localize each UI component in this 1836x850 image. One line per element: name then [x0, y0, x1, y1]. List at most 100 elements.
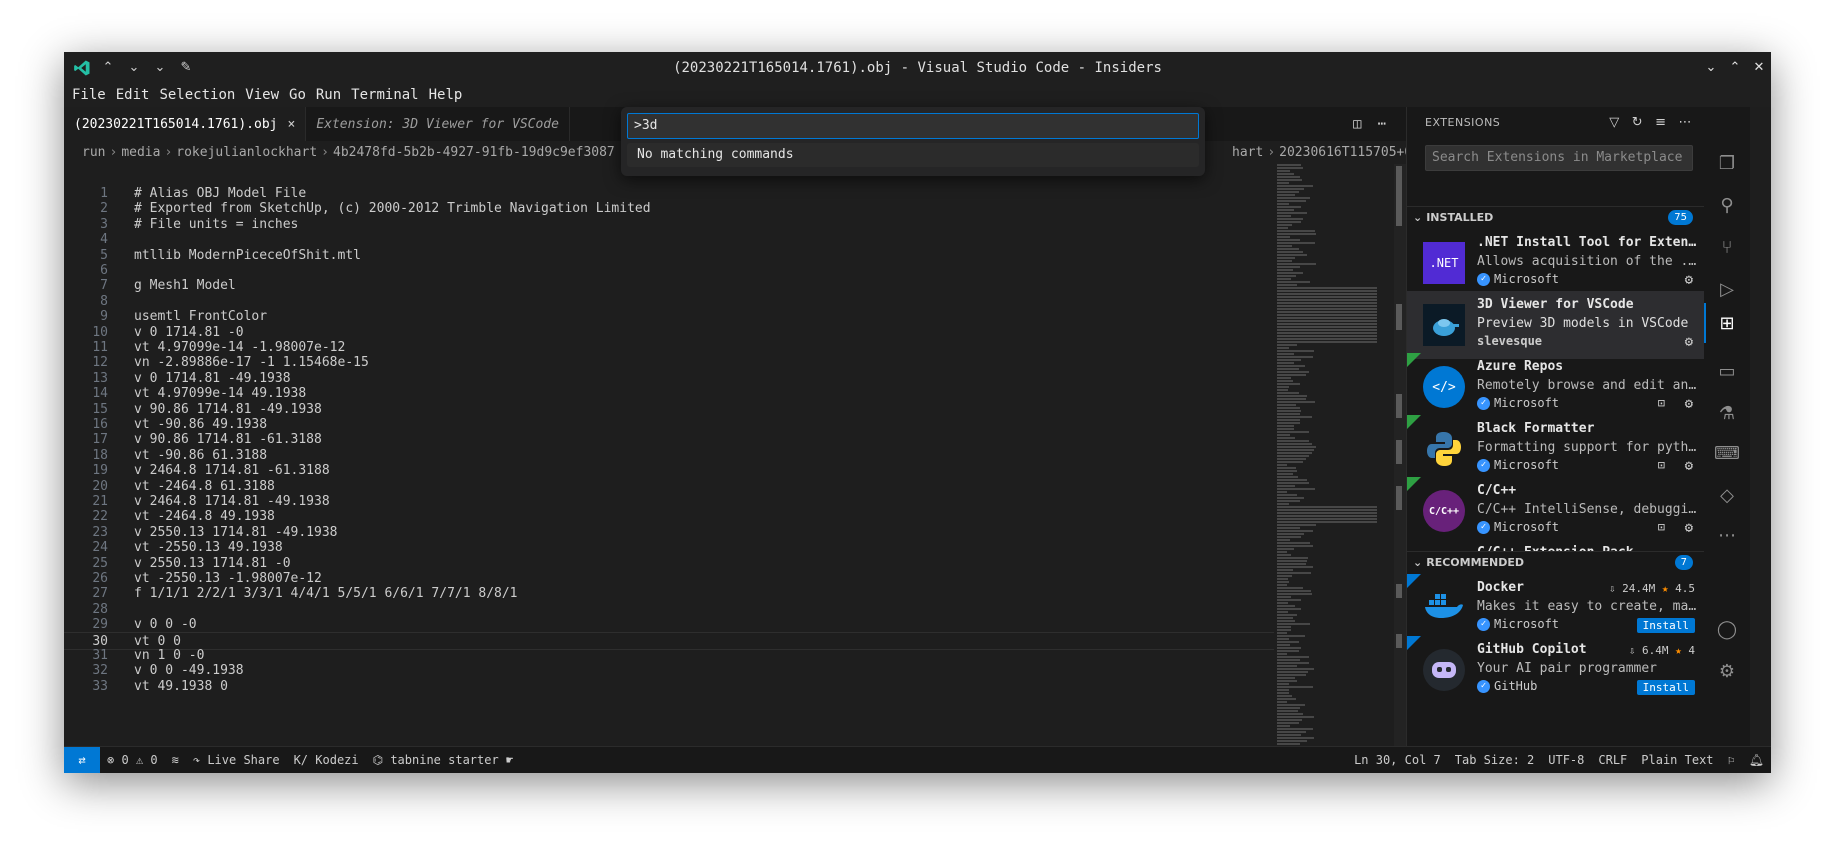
minimize-chevron-icon[interactable]: ⌄ — [1699, 60, 1723, 75]
install-button[interactable]: Install — [1636, 680, 1695, 695]
editor-scrollbar[interactable] — [1394, 164, 1406, 773]
gear-icon[interactable]: ⚙ — [1685, 520, 1693, 536]
recommended-section-header[interactable]: ⌄ RECOMMENDED 7 — [1407, 551, 1705, 573]
breadcrumb-item[interactable]: 4b2478fd-5b2b-4927-91fb-19d9c9ef3087 — [333, 145, 615, 160]
minimap-line — [1277, 545, 1313, 547]
gear-icon[interactable]: ⚙ — [1685, 272, 1693, 288]
gitlab-icon[interactable]: ◇ — [1715, 483, 1739, 507]
clear-icon[interactable]: ≡ — [1655, 115, 1666, 130]
verified-badge-icon: ✓ — [1477, 679, 1490, 693]
menu-run[interactable]: Run — [311, 87, 346, 103]
installed-section-header[interactable]: ⌄ INSTALLED 75 — [1407, 206, 1705, 228]
gear-icon[interactable]: ⚙ — [1685, 334, 1693, 350]
minimap-line — [1277, 257, 1295, 259]
tab-extension-3d-viewer[interactable]: Extension: 3D Viewer for VSCode — [306, 107, 570, 141]
minimap-line — [1277, 494, 1297, 496]
manage-gear-icon[interactable]: ⚙ — [1715, 659, 1739, 683]
filter-icon[interactable]: ▽ — [1609, 115, 1620, 130]
remote-explorer-icon[interactable]: ▭ — [1715, 359, 1739, 383]
minimap[interactable] — [1277, 164, 1387, 773]
minimap-line — [1277, 362, 1294, 364]
remote-indicator-icon[interactable]: ⇄ — [64, 747, 100, 773]
more-actions-icon[interactable]: ⋯ — [1378, 116, 1386, 132]
breadcrumb-item[interactable]: 20230616T115705+000 — [1279, 145, 1406, 160]
minimap-line — [1277, 716, 1314, 718]
menu-help[interactable]: Help — [424, 87, 468, 103]
tab-size[interactable]: Tab Size: 2 — [1448, 753, 1541, 767]
menu-file[interactable]: File — [64, 87, 111, 103]
extension-item-3d-viewer[interactable]: 3D Viewer for VSCode Preview 3D models i… — [1407, 291, 1705, 359]
refresh-icon[interactable]: ↻ — [1632, 115, 1643, 130]
more-views-icon[interactable]: ⋯ — [1715, 523, 1739, 547]
minimap-line — [1277, 506, 1377, 508]
menu-edit[interactable]: Edit — [111, 87, 155, 103]
minimap-line — [1277, 581, 1289, 583]
menu-selection[interactable]: Selection — [154, 87, 240, 103]
search-icon[interactable]: ⚲ — [1715, 193, 1739, 217]
minimap-line — [1277, 713, 1303, 715]
code-line[interactable]: 33 vt 49.1938 0 — [64, 678, 1274, 696]
extension-item-black-formatter[interactable]: Black Formatter Formatting support for p… — [1407, 415, 1705, 483]
gear-icon[interactable]: ⚙ — [1685, 396, 1693, 412]
breadcrumb-item[interactable]: hart — [1232, 145, 1263, 160]
minimap-line — [1277, 407, 1300, 409]
menu-view[interactable]: View — [240, 87, 284, 103]
breadcrumb-item[interactable]: rokejulianlockhart — [176, 145, 317, 160]
cursor-position[interactable]: Ln 30, Col 7 — [1347, 753, 1448, 767]
menu-go[interactable]: Go — [284, 87, 311, 103]
extension-item-cpp[interactable]: C/C++ C/C++ C/C++ IntelliSense, debuggin… — [1407, 477, 1705, 545]
breadcrumb-item[interactable]: run — [82, 145, 105, 160]
split-editor-icon[interactable]: ◫ — [1353, 116, 1361, 132]
minimap-line — [1277, 281, 1310, 283]
notifications-bell-icon[interactable]: 🔔︎ — [1742, 753, 1771, 767]
explorer-icon[interactable]: ❐ — [1715, 151, 1739, 175]
source-control-icon[interactable]: ⑂ — [1715, 235, 1739, 259]
install-button[interactable]: Install — [1636, 618, 1695, 633]
double-chevron-down-icon[interactable]: ⌄ — [124, 58, 144, 78]
minimap-line — [1277, 497, 1304, 499]
menu-terminal[interactable]: Terminal — [346, 87, 423, 103]
scroll-thumb[interactable] — [1396, 166, 1402, 226]
code-editor[interactable]: 1 # Alias OBJ Model File 2 # Exported from … — [64, 165, 1406, 773]
encoding[interactable]: UTF-8 — [1541, 753, 1591, 767]
minimap-line — [1277, 446, 1316, 448]
gear-icon[interactable]: ⚙ — [1685, 458, 1693, 474]
line-endings[interactable]: CRLF — [1591, 753, 1634, 767]
minimap-line — [1277, 563, 1306, 565]
testing-icon[interactable]: ⚗ — [1715, 401, 1739, 425]
command-palette-input[interactable]: >3d — [627, 113, 1199, 139]
extensions-icon[interactable]: ⊞ — [1715, 311, 1739, 335]
feedback-icon[interactable]: ⚐ — [1721, 753, 1742, 767]
tab-obj-file[interactable]: (20230221T165014.1761).obj × — [64, 107, 307, 141]
tabnine-button[interactable]: ⌬ tabnine starter ☛ — [366, 753, 521, 767]
language-mode[interactable]: Plain Text — [1634, 753, 1720, 767]
pin-icon[interactable]: ✎ — [176, 58, 196, 78]
breadcrumb-item[interactable]: media — [121, 145, 160, 160]
problems-indicator[interactable]: ⊗ 0 ⚠ 0 — [100, 753, 165, 767]
broadcast-icon[interactable]: ≋ — [165, 753, 186, 767]
close-tab-icon[interactable]: × — [288, 117, 296, 132]
run-debug-icon[interactable]: ▷ — [1715, 277, 1739, 301]
sync-settings-icon[interactable]: ⊡ — [1658, 396, 1665, 410]
extension-item-github-copilot[interactable]: GitHub Copilot ⇩ 6.4M ★ 4 Your AI pair p… — [1407, 636, 1705, 704]
minimap-line — [1277, 593, 1312, 595]
extensions-search-input[interactable]: Search Extensions in Marketplace — [1425, 145, 1693, 171]
live-share-button[interactable]: ↷ Live Share — [186, 753, 287, 767]
kodezi-button[interactable]: K/ Kodezi — [287, 753, 366, 767]
accounts-icon[interactable]: ◯ — [1715, 617, 1739, 641]
extension-item-azure-repos[interactable]: </> Azure Repos Remotely browse and edit… — [1407, 353, 1705, 421]
extensions-sidebar: EXTENSIONS ▽ ↻ ≡ ⋯ Search Extensions in … — [1406, 107, 1705, 773]
sync-settings-icon[interactable]: ⊡ — [1658, 520, 1665, 534]
double-chevron-down-alt-icon[interactable]: ⌄ — [150, 58, 170, 78]
sync-settings-icon[interactable]: ⊡ — [1658, 458, 1665, 472]
extension-item-docker[interactable]: Docker ⇩ 24.4M ★ 4.5 Makes it easy to cr… — [1407, 574, 1705, 642]
close-window-icon[interactable]: ✕ — [1747, 60, 1771, 75]
scroll-marker — [1396, 394, 1402, 418]
publisher-name: Microsoft — [1494, 617, 1560, 631]
maximize-chevron-icon[interactable]: ⌃ — [1723, 60, 1747, 75]
collapse-up-icon[interactable]: ⌃ — [98, 58, 118, 78]
extension-item-dotnet[interactable]: .NET .NET Install Tool for Extens… Allow… — [1407, 229, 1705, 297]
terminal-icon[interactable]: ⌨ — [1714, 441, 1740, 465]
minimap-line — [1277, 473, 1293, 475]
more-actions-icon[interactable]: ⋯ — [1679, 115, 1693, 130]
